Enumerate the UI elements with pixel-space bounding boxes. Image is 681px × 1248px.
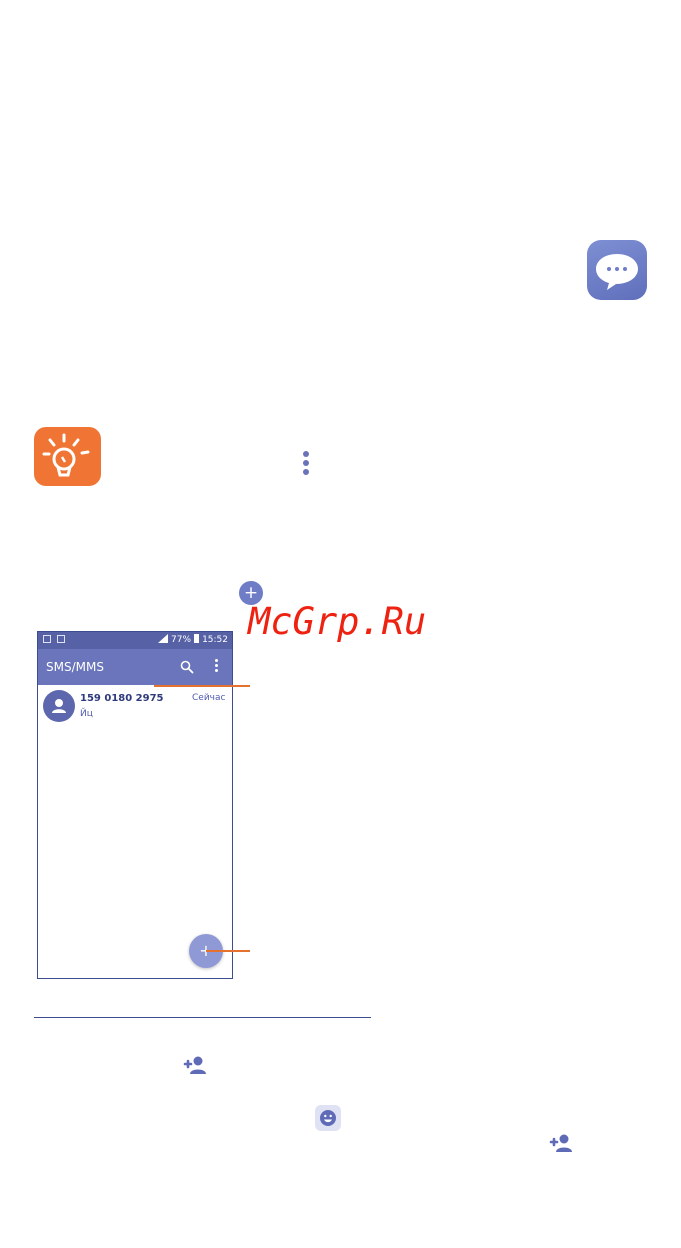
avatar <box>43 690 75 722</box>
status-bar: 77% 15:52 <box>38 632 232 649</box>
add-person-icon <box>181 1054 207 1076</box>
signal-icon <box>158 634 169 643</box>
add-person-icon <box>547 1132 573 1154</box>
clock: 15:52 <box>202 635 228 645</box>
section-divider <box>34 1017 371 1018</box>
emoji-icon <box>315 1105 341 1131</box>
person-icon <box>52 699 66 713</box>
callout-line-new-message <box>206 950 250 952</box>
messaging-app-icon <box>587 240 647 300</box>
conversation-snippet: Йц <box>80 709 93 719</box>
phone-screenshot: 77% 15:52 SMS/MMS 159 0180 2975 Сейчас Йц… <box>37 631 233 979</box>
more-vertical-icon <box>303 451 309 475</box>
conversation-item[interactable]: 159 0180 2975 Сейчас Йц <box>38 685 232 729</box>
app-title: SMS/MMS <box>46 660 104 674</box>
conversation-time: Сейчас <box>192 693 226 703</box>
callout-line-conversation <box>154 685 250 687</box>
speech-bubble-icon <box>596 254 638 290</box>
calendar-icon <box>57 635 65 643</box>
battery-icon <box>194 634 200 643</box>
conversation-sender: 159 0180 2975 <box>80 693 164 704</box>
image-icon <box>43 635 51 643</box>
battery-percent: 77% <box>171 635 192 645</box>
app-bar: SMS/MMS <box>38 649 232 685</box>
overflow-menu-icon[interactable] <box>215 659 219 673</box>
notification-icons <box>43 635 71 646</box>
status-right: 77% 15:52 <box>158 634 228 645</box>
watermark: McGrp.Ru <box>248 600 427 643</box>
search-icon[interactable] <box>180 659 194 674</box>
lightbulb-tip-icon <box>34 427 101 486</box>
